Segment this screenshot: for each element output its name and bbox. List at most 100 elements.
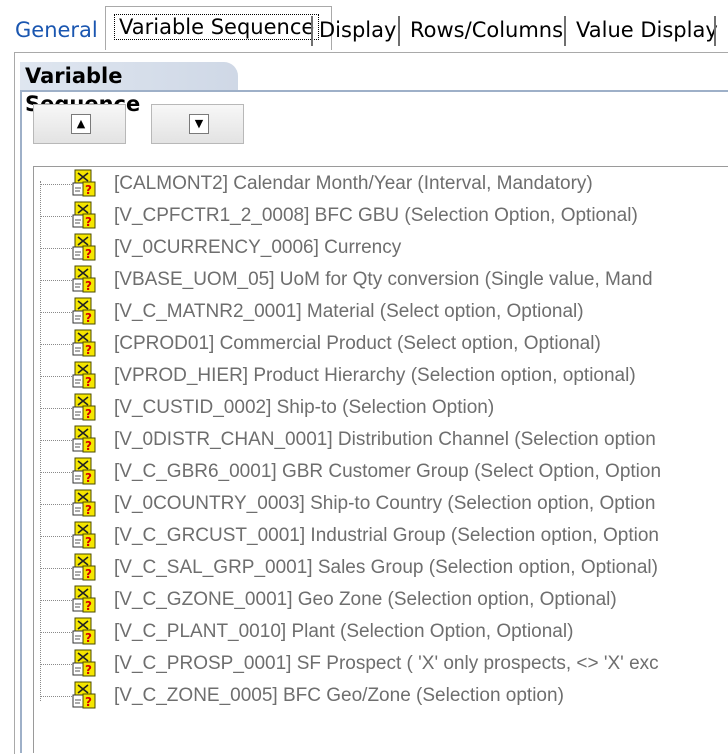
variable-label: [V_C_GBR6_0001] GBR Customer Group (Sele… <box>114 461 662 482</box>
variable-icon: ? <box>72 617 96 645</box>
svg-text:?: ? <box>85 343 92 357</box>
variable-item[interactable]: ? [V_C_MATNR2_0001] Material (Select opt… <box>34 296 728 328</box>
tree-connector <box>40 696 72 697</box>
tab-bar: General Variable Sequence Display Rows/C… <box>0 0 728 52</box>
tab-label: Value Display <box>576 18 718 42</box>
tree-connector <box>40 376 72 377</box>
variable-item[interactable]: ? [CALMONT2] Calendar Month/Year (Interv… <box>34 168 728 200</box>
variable-item[interactable]: ? [V_C_GBR6_0001] GBR Customer Group (Se… <box>34 456 728 488</box>
tree-connector <box>40 664 72 665</box>
group-title: Variable Sequence <box>20 62 238 116</box>
svg-text:?: ? <box>85 535 92 549</box>
variable-label: [V_C_GRCUST_0001] Industrial Group (Sele… <box>114 525 659 546</box>
variable-icon: ? <box>72 201 96 229</box>
svg-text:?: ? <box>85 375 92 389</box>
variable-item[interactable]: ? [V_CUSTID_0002] Ship-to (Selection Opt… <box>34 392 728 424</box>
tree-connector <box>40 440 72 441</box>
variable-icon: ? <box>72 489 96 517</box>
variable-icon: ? <box>72 457 96 485</box>
variable-icon: ? <box>72 233 96 261</box>
variable-icon: ? <box>72 329 96 357</box>
svg-text:?: ? <box>85 631 92 645</box>
variable-icon: ? <box>72 169 96 197</box>
variable-icon: ? <box>72 553 96 581</box>
svg-text:?: ? <box>85 183 92 197</box>
tab-value-display[interactable]: Value Display <box>576 12 718 48</box>
variable-item[interactable]: ? [VBASE_UOM_05] UoM for Qty conversion … <box>34 264 728 296</box>
variable-label: [CPROD01] Commercial Product (Select opt… <box>114 333 601 354</box>
variable-label: [V_CUSTID_0002] Ship-to (Selection Optio… <box>114 397 495 418</box>
variable-label: [V_C_GZONE_0001] Geo Zone (Selection opt… <box>114 589 617 610</box>
tab-separator <box>398 16 400 46</box>
variable-label: [VBASE_UOM_05] UoM for Qty conversion (S… <box>114 269 653 290</box>
tree-connector <box>40 344 72 345</box>
tree-connector <box>40 600 72 601</box>
svg-text:?: ? <box>85 663 92 677</box>
group-border <box>20 90 22 753</box>
tree-connector <box>40 408 72 409</box>
variable-icon: ? <box>72 681 96 709</box>
variable-label: [V_C_MATNR2_0001] Material (Select optio… <box>114 301 584 322</box>
variable-item[interactable]: ? [V_0DISTR_CHAN_0001] Distribution Chan… <box>34 424 728 456</box>
tab-separator <box>564 16 566 46</box>
arrow-down-icon: ▼ <box>189 114 209 134</box>
tab-label: General <box>15 18 98 42</box>
variable-item[interactable]: ? [V_C_PROSP_0001] SF Prospect ( 'X' onl… <box>34 648 728 680</box>
svg-text:?: ? <box>85 279 92 293</box>
svg-text:?: ? <box>85 567 92 581</box>
variable-item[interactable]: ? [V_0CURRENCY_0006] Currency <box>34 232 728 264</box>
svg-text:?: ? <box>85 215 92 229</box>
arrow-up-icon: ▲ <box>71 114 91 134</box>
variable-icon: ? <box>72 521 96 549</box>
variable-icon: ? <box>72 585 96 613</box>
variable-label: [VPROD_HIER] Product Hierarchy (Selectio… <box>114 365 636 386</box>
tab-separator <box>714 16 716 46</box>
tree-connector <box>40 504 72 505</box>
tab-label: Variable Sequence <box>114 14 320 40</box>
variable-item[interactable]: ? [VPROD_HIER] Product Hierarchy (Select… <box>34 360 728 392</box>
variable-label: [V_0COUNTRY_0003] Ship-to Country (Selec… <box>114 493 656 514</box>
svg-text:?: ? <box>85 407 92 421</box>
tab-variable-sequence[interactable]: Variable Sequence <box>105 6 333 50</box>
svg-text:?: ? <box>85 471 92 485</box>
svg-text:?: ? <box>85 311 92 325</box>
variable-tree[interactable]: ? [CALMONT2] Calendar Month/Year (Interv… <box>33 166 728 753</box>
tree-connector <box>40 568 72 569</box>
variable-icon: ? <box>72 393 96 421</box>
tree-connector <box>40 216 72 217</box>
tree-connector <box>40 184 72 185</box>
svg-text:?: ? <box>85 503 92 517</box>
svg-text:?: ? <box>85 695 92 709</box>
variable-label: [V_C_PROSP_0001] SF Prospect ( 'X' only … <box>114 653 659 674</box>
variable-label: [V_CPFCTR1_2_0008] BFC GBU (Selection Op… <box>114 205 638 226</box>
variable-label: [V_0DISTR_CHAN_0001] Distribution Channe… <box>114 429 656 450</box>
variable-icon: ? <box>72 265 96 293</box>
variable-item[interactable]: ? [V_0COUNTRY_0003] Ship-to Country (Sel… <box>34 488 728 520</box>
variable-icon: ? <box>72 361 96 389</box>
variable-item[interactable]: ? [CPROD01] Commercial Product (Select o… <box>34 328 728 360</box>
move-up-button[interactable]: ▲ <box>33 104 126 144</box>
variable-item[interactable]: ? [V_C_GZONE_0001] Geo Zone (Selection o… <box>34 584 728 616</box>
variable-item[interactable]: ? [V_C_SAL_GRP_0001] Sales Group (Select… <box>34 552 728 584</box>
tab-label: Rows/Columns <box>410 18 564 42</box>
tree-connector <box>40 312 72 313</box>
tab-rows-columns[interactable]: Rows/Columns <box>410 12 563 48</box>
variable-label: [V_C_PLANT_0010] Plant (Selection Option… <box>114 621 574 642</box>
variable-label: [V_C_ZONE_0005] BFC Geo/Zone (Selection … <box>114 685 564 706</box>
move-down-button[interactable]: ▼ <box>151 104 244 144</box>
tree-connector <box>40 472 72 473</box>
svg-text:?: ? <box>85 599 92 613</box>
variable-item[interactable]: ? [V_C_ZONE_0005] BFC Geo/Zone (Selectio… <box>34 680 728 712</box>
variable-label: [CALMONT2] Calendar Month/Year (Interval… <box>114 173 593 194</box>
tab-label: Display <box>319 18 397 42</box>
variable-icon: ? <box>72 649 96 677</box>
tree-connector <box>40 632 72 633</box>
variable-item[interactable]: ? [V_C_PLANT_0010] Plant (Selection Opti… <box>34 616 728 648</box>
svg-text:?: ? <box>85 439 92 453</box>
variable-item[interactable]: ? [V_C_GRCUST_0001] Industrial Group (Se… <box>34 520 728 552</box>
tree-connector <box>40 248 72 249</box>
tab-general[interactable]: General <box>15 12 98 48</box>
tab-display[interactable]: Display <box>319 12 396 48</box>
variable-item[interactable]: ? [V_CPFCTR1_2_0008] BFC GBU (Selection … <box>34 200 728 232</box>
tree-connector <box>40 280 72 281</box>
